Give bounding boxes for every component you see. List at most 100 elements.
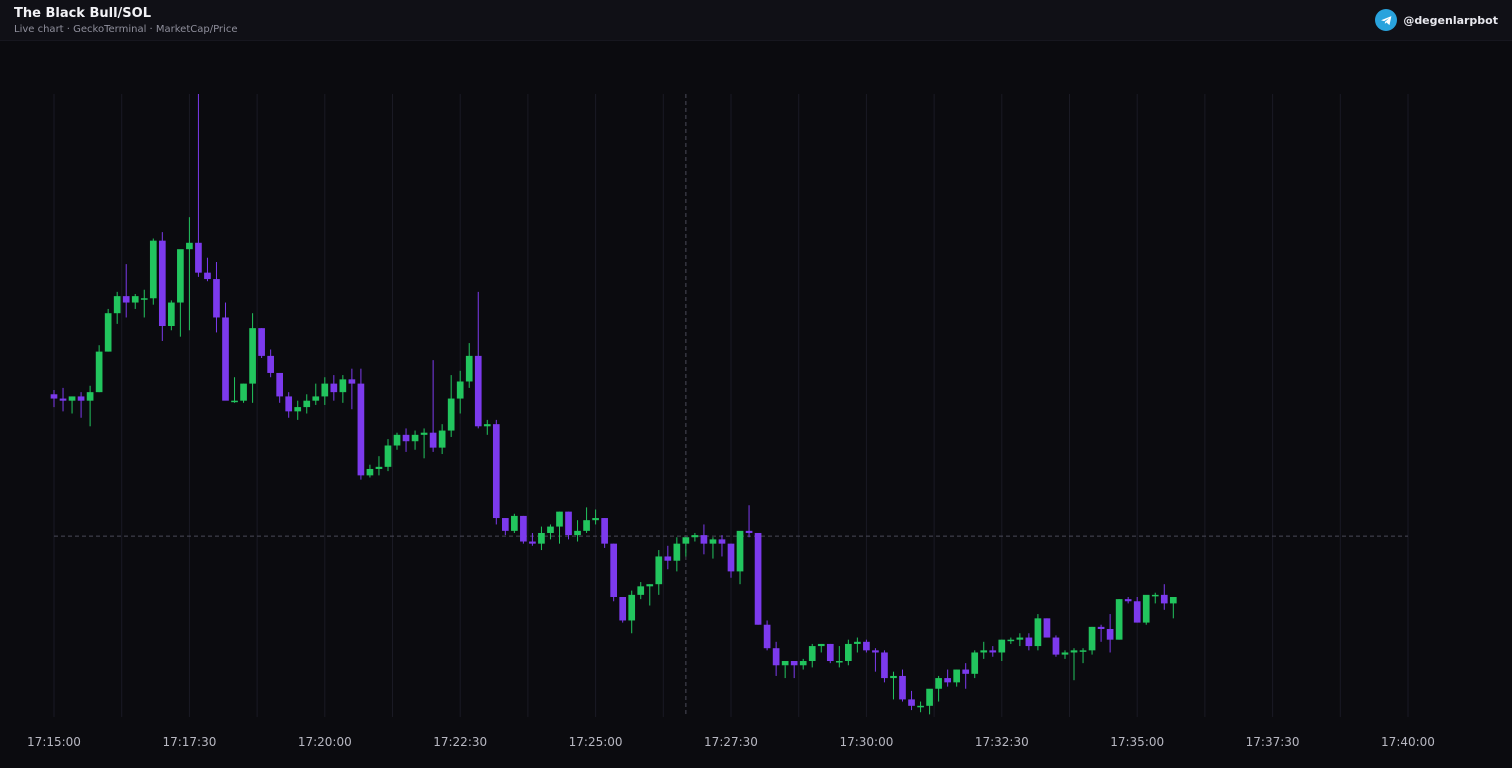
x-axis-tick-label: 17:35:00 xyxy=(1110,735,1164,749)
candle-body xyxy=(1025,637,1033,647)
candle-body xyxy=(953,669,961,683)
candle-body xyxy=(655,556,663,585)
candle-body xyxy=(1151,594,1159,597)
candle-body xyxy=(538,532,545,544)
candle-body xyxy=(204,272,211,280)
candle-body xyxy=(908,699,915,706)
candle-body xyxy=(258,328,265,356)
candle-body xyxy=(980,650,988,653)
candle-body xyxy=(357,383,365,476)
candle-body xyxy=(1115,599,1123,640)
candle-body xyxy=(1124,599,1132,602)
candle-body xyxy=(366,468,374,476)
candle-body xyxy=(565,511,572,536)
candle-body xyxy=(339,379,347,393)
candle-body xyxy=(700,535,708,544)
candle-body xyxy=(619,596,627,621)
candle-body xyxy=(1097,626,1105,630)
candle-body xyxy=(1052,637,1060,655)
candle-body xyxy=(899,675,906,700)
candle-body xyxy=(474,355,482,427)
candle-body xyxy=(438,430,446,448)
candle-body xyxy=(1070,650,1078,653)
candle-body xyxy=(718,539,726,544)
candle-body xyxy=(637,586,645,595)
candle-body xyxy=(402,434,410,442)
candle-body xyxy=(881,652,888,679)
candle-body xyxy=(492,424,500,519)
candle-body xyxy=(772,648,780,666)
candle-body xyxy=(1133,601,1141,623)
candle-body xyxy=(547,526,554,533)
candle-body xyxy=(817,643,825,647)
candle-body xyxy=(186,242,193,250)
candle-body xyxy=(447,398,455,431)
candle-body xyxy=(808,646,816,662)
candle-body xyxy=(944,678,951,683)
candle-body xyxy=(628,594,636,621)
candle-body xyxy=(1007,639,1015,642)
x-axis-tick-label: 17:40:00 xyxy=(1381,735,1435,749)
x-axis-tick-label: 17:25:00 xyxy=(569,735,623,749)
x-axis-tick-label: 17:17:30 xyxy=(162,735,216,749)
candle-body xyxy=(77,396,85,401)
candle-body xyxy=(50,394,58,399)
candle-body xyxy=(348,379,356,384)
candle-body xyxy=(294,407,302,412)
candle-body xyxy=(285,396,293,412)
candle-body xyxy=(799,661,807,666)
x-axis-tick-label: 17:32:30 xyxy=(975,735,1029,749)
candle-body xyxy=(511,515,518,531)
candle-body xyxy=(1169,596,1177,604)
candle-body xyxy=(673,543,681,561)
candle-body xyxy=(890,675,897,679)
candle-body xyxy=(682,537,690,544)
candle-body xyxy=(267,355,274,373)
candle-body xyxy=(249,328,256,384)
candle-body xyxy=(465,355,473,382)
candle-body xyxy=(583,520,590,531)
x-axis-tick-label: 17:37:30 xyxy=(1246,735,1300,749)
x-axis-tick-label: 17:15:00 xyxy=(27,735,81,749)
candle-body xyxy=(149,240,157,299)
candle-body xyxy=(574,530,581,536)
candle-body xyxy=(664,556,672,561)
candle-body xyxy=(330,383,338,393)
telegram-handle-link[interactable]: @degenlarpbot xyxy=(1375,8,1498,32)
candlestick-chart[interactable]: 160273K157029K153785K150541K147297K14405… xyxy=(0,40,1512,768)
candle-body xyxy=(59,398,67,401)
candle-body xyxy=(1106,629,1114,640)
candle-body xyxy=(520,515,527,542)
candle-body xyxy=(763,624,771,649)
candle-body xyxy=(962,669,970,674)
candle-body xyxy=(384,445,392,467)
candle-body xyxy=(845,643,852,662)
candle-body xyxy=(971,652,979,674)
candle-body xyxy=(1160,594,1168,604)
candle-body xyxy=(835,661,843,663)
candle-body xyxy=(917,705,924,708)
candle-body xyxy=(168,302,175,327)
chart-subtitle: Live chart · GeckoTerminal · MarketCap/P… xyxy=(14,24,238,35)
candle-body xyxy=(303,400,311,408)
candle-body xyxy=(195,242,202,273)
candle-body xyxy=(790,661,798,666)
candle-body xyxy=(375,466,383,469)
candle-body xyxy=(826,643,834,662)
candle-body xyxy=(691,535,699,538)
candle-body xyxy=(483,424,491,427)
candle-body xyxy=(177,249,184,303)
candle-body xyxy=(926,688,933,706)
candle-body xyxy=(312,396,320,401)
candle-body xyxy=(781,661,789,666)
x-axis-tick-label: 17:20:00 xyxy=(298,735,352,749)
chart-header: The Black Bull/SOL Live chart · GeckoTer… xyxy=(0,0,1512,41)
candle-body xyxy=(745,530,753,533)
candle-body xyxy=(1079,650,1087,652)
candle-body xyxy=(646,584,654,587)
candle-body xyxy=(854,641,861,644)
candle-body xyxy=(131,296,139,303)
candle-body xyxy=(429,432,437,448)
candle-body xyxy=(727,543,735,572)
candle-body xyxy=(95,351,103,393)
